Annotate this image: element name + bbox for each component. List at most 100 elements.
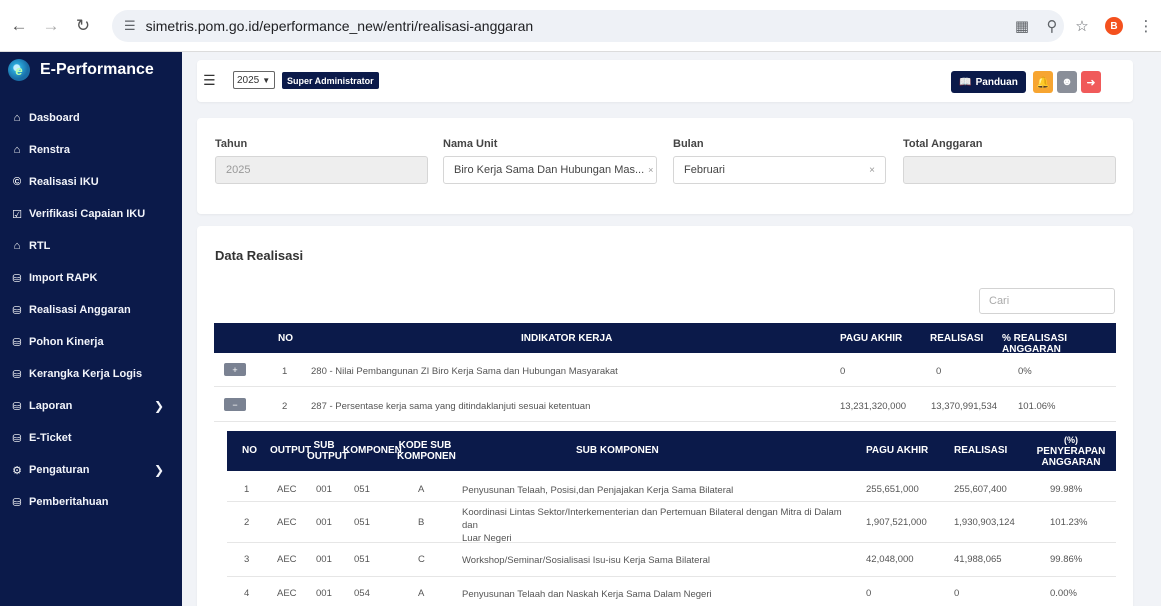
unit-select[interactable]: Biro Kerja Sama Dan Hubungan Mas... ×	[443, 156, 657, 184]
hamburger-menu-icon[interactable]: ☰	[203, 72, 216, 89]
sidebar-item-label: Realisasi Anggaran	[29, 304, 131, 316]
total-anggaran-field	[903, 156, 1116, 184]
sidebar-item-pengaturan[interactable]: ⚙ Pengaturan ❯	[0, 454, 182, 486]
sub-row-persen: 99.86%	[1050, 554, 1083, 565]
col-persen: % REALISASI ANGGARAN	[1002, 333, 1068, 355]
back-arrow-icon[interactable]: ←	[6, 13, 32, 39]
sub-col-kode-1: KODE SUB	[398, 440, 452, 451]
sub-row-pagu: 255,651,000	[866, 484, 919, 495]
sub-row-pagu: 1,907,521,000	[866, 517, 927, 528]
database-icon: ⛁	[12, 496, 22, 509]
profile-avatar[interactable]: B	[1105, 17, 1123, 35]
sidebar-item-kerangka-kerja-logis[interactable]: ⛁ Kerangka Kerja Logis	[0, 358, 182, 390]
sidebar-item-pemberitahuan[interactable]: ⛁ Pemberitahuan	[0, 486, 182, 518]
database-icon: ⛁	[12, 304, 22, 317]
bookmark-star-icon[interactable]: ☆	[1067, 11, 1097, 41]
expand-row-button[interactable]: +	[224, 363, 246, 376]
sidebar-item-label: Dasboard	[29, 112, 80, 124]
bulan-select[interactable]: Februari ×	[673, 156, 886, 184]
sidebar-item-laporan[interactable]: ⛁ Laporan ❯	[0, 390, 182, 422]
sub-col-persen-1: (%)	[1064, 435, 1078, 445]
sub-row-realisasi: 0	[954, 588, 960, 599]
year-select[interactable]: 2025 ▼	[233, 71, 275, 89]
user-profile-button[interactable]: ☻	[1057, 71, 1077, 93]
sidebar-item-renstra[interactable]: ⌂ Renstra	[0, 134, 182, 166]
sub-col-komponen: KOMPONEN	[343, 445, 402, 456]
chevron-down-icon: ▼	[262, 75, 271, 85]
sub-row-realisasi: 255,607,400	[954, 484, 1007, 495]
sub-row-komponen: 051	[354, 554, 370, 565]
address-bar[interactable]: ☰ simetris.pom.go.id/eperformance_new/en…	[112, 10, 1064, 42]
sidebar-item-dasboard[interactable]: ⌂ Dasboard	[0, 102, 182, 134]
sub-table-row: 3 AEC 001 051 C Workshop/Seminar/Sosialisasi …	[227, 543, 1116, 577]
row-indikator: 287 - Persentase kerja sama yang ditinda…	[311, 401, 591, 412]
checkbox-icon: ☑	[12, 208, 22, 221]
panduan-button[interactable]: 📖 Panduan	[951, 71, 1026, 93]
sidebar-item-realisasi-anggaran[interactable]: ⛁ Realisasi Anggaran	[0, 294, 182, 326]
sub-row-output: AEC	[277, 517, 297, 528]
sub-row-realisasi: 41,988,065	[954, 554, 1002, 565]
logout-button[interactable]: ➜	[1081, 71, 1101, 93]
sub-col-kode-2: KOMPONEN	[397, 451, 456, 462]
sidebar-item-pohon-kinerja[interactable]: ⛁ Pohon Kinerja	[0, 326, 182, 358]
col-realisasi: REALISASI	[930, 333, 984, 344]
notification-button[interactable]: 🔔	[1033, 71, 1053, 93]
sidebar: e E-Performance ⌂ Dasboard ⌂ Renstra © Realis…	[0, 52, 182, 606]
col-pagu: PAGU AKHIR	[840, 333, 903, 344]
table-row: + 1 280 - Nilai Pembangunan ZI Biro Kerj…	[214, 353, 1116, 387]
sub-col-persen-3: ANGGARAN	[1041, 457, 1101, 468]
table-header: NO INDIKATOR KERJA PAGU AKHIR REALISASI …	[214, 323, 1116, 355]
translate-icon[interactable]: ▦	[1007, 11, 1037, 41]
sub-col-realisasi: REALISASI	[954, 445, 1008, 456]
sidebar-item-rtl[interactable]: ⌂ RTL	[0, 230, 182, 262]
clear-unit-icon[interactable]: ×	[648, 165, 653, 175]
brand[interactable]: e E-Performance	[0, 52, 182, 88]
sidebar-item-label: E-Ticket	[29, 432, 72, 444]
sidebar-item-label: Verifikasi Capaian IKU	[29, 208, 146, 220]
sub-row-komponen: 051	[354, 517, 370, 528]
sub-row-no: 4	[244, 588, 250, 599]
sub-row-sub-output: 001	[316, 588, 332, 599]
sub-col-persen-2: PENYERAPAN	[1036, 446, 1106, 457]
sub-row-kode: B	[418, 517, 425, 528]
sub-col-pagu: PAGU AKHIR	[866, 445, 929, 456]
sidebar-item-label: Renstra	[29, 144, 70, 156]
sidebar-menu: ⌂ Dasboard ⌂ Renstra © Realisasi IKU ☑ Verifika…	[0, 102, 182, 518]
sub-row-sub-komponen: Koordinasi Lintas Sektor/Interkementeria…	[462, 506, 842, 545]
site-settings-icon[interactable]: ☰	[124, 18, 136, 34]
tahun-field: 2025	[215, 156, 428, 184]
database-icon: ⛁	[12, 272, 22, 285]
sub-row-sub-komponen: Workshop/Seminar/Sosialisasi Isu-isu Ker…	[462, 554, 842, 567]
home-icon: ⌂	[13, 144, 21, 156]
reload-icon[interactable]: ↻	[70, 13, 96, 39]
sidebar-item-realisasi-iku[interactable]: © Realisasi IKU	[0, 166, 182, 198]
sidebar-item-label: RTL	[29, 240, 51, 252]
sidebar-item-e-ticket[interactable]: ⛁ E-Ticket	[0, 422, 182, 454]
sub-col-kode: KODE SUB KOMPONEN	[397, 440, 456, 462]
home-icon: ⌂	[13, 240, 21, 252]
more-menu-icon[interactable]: ⋮	[1131, 11, 1161, 41]
gear-icon: ⚙	[12, 464, 22, 477]
data-realisasi-card: Data Realisasi Cari NO INDIKATOR KERJA P…	[197, 226, 1133, 606]
chevron-right-icon: ❯	[153, 399, 164, 413]
clear-bulan-icon[interactable]: ×	[869, 165, 875, 176]
search-input[interactable]: Cari	[979, 288, 1115, 314]
sidebar-item-verifikasi-capaian-iku[interactable]: ☑ Verifikasi Capaian IKU	[0, 198, 182, 230]
zoom-icon[interactable]: ⚲	[1037, 11, 1067, 41]
unit-label: Nama Unit	[443, 138, 498, 150]
database-icon: ⛁	[12, 400, 22, 413]
year-select-value: 2025	[237, 74, 260, 86]
sub-row-output: AEC	[277, 484, 297, 495]
panduan-label: Panduan	[975, 76, 1018, 88]
collapse-row-button[interactable]: −	[224, 398, 246, 411]
browser-toolbar: ← → ↻ ☰ simetris.pom.go.id/eperformance_…	[0, 0, 1161, 52]
sub-komponen-line-1: Workshop/Seminar/Sosialisasi Isu-isu Ker…	[462, 555, 710, 566]
row-no: 1	[282, 366, 288, 377]
bulan-label: Bulan	[673, 138, 704, 150]
filter-card: Tahun 2025 Nama Unit Biro Kerja Sama Dan…	[197, 118, 1133, 214]
forward-arrow-icon[interactable]: →	[38, 13, 64, 39]
row-persen: 0%	[1018, 366, 1032, 377]
sidebar-item-import-rapk[interactable]: ⛁ Import RAPK	[0, 262, 182, 294]
sidebar-item-label: Realisasi IKU	[29, 176, 99, 188]
col-indikator: INDIKATOR KERJA	[521, 333, 613, 344]
